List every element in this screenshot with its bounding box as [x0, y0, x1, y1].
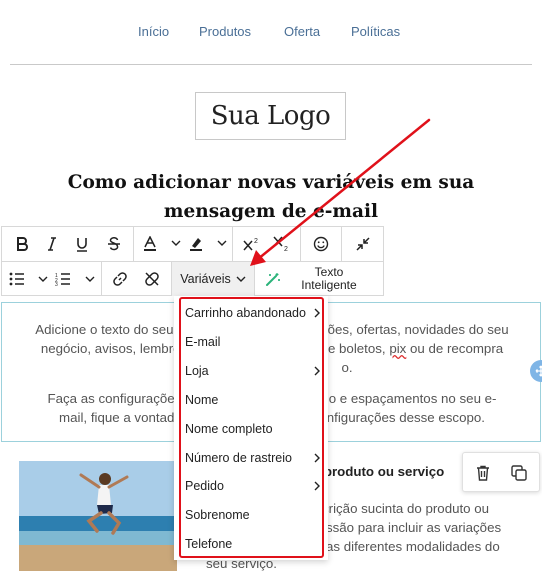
p2-text-b: o e espaçamentos no seu e-: [328, 391, 497, 406]
dropdown-item-sobrenome[interactable]: Sobrenome: [185, 508, 250, 522]
chevron-right-icon: [314, 481, 320, 491]
chevron-down-icon: [236, 276, 246, 282]
variables-dropdown-menu: Carrinho abandonado E-mail Loja Nome Nom…: [174, 296, 328, 560]
nav-link-inicio[interactable]: Início: [138, 24, 169, 39]
product-desc-3: as diferentes modalidades do: [326, 539, 500, 554]
product-title[interactable]: o produto ou serviço: [312, 464, 444, 479]
toolbar-row-2: 123 Variáveis Texto Inteligente: [2, 262, 383, 296]
p1-text-f: o.: [341, 360, 353, 375]
svg-text:2: 2: [254, 238, 258, 245]
heading-line-2: mensagem de e-mail: [163, 201, 379, 222]
smart-text-button[interactable]: Texto Inteligente: [256, 262, 382, 296]
dropdown-item-email[interactable]: E-mail: [185, 335, 220, 349]
trash-icon[interactable]: [473, 463, 493, 483]
dropdown-item-nome-completo[interactable]: Nome completo: [185, 422, 273, 436]
block-actions-panel: [462, 452, 540, 492]
editor-toolbar: 2 2 123 Variáveis Texto Inteligente: [1, 226, 384, 296]
nav-link-produtos[interactable]: Produtos: [199, 24, 251, 39]
svg-text:2: 2: [284, 246, 288, 252]
subscript-icon[interactable]: 2: [268, 227, 296, 261]
p1-text-a: Adicione o texto do seu: [35, 322, 174, 337]
product-desc-1: crição sucinta do produto ou: [322, 501, 490, 516]
logo-text: Sua Logo: [210, 101, 331, 131]
p1-text-b: ções, ofertas, novidades do seu: [320, 322, 509, 337]
toolbar-row-1: 2 2: [2, 227, 383, 261]
smart-text-line-2: Inteligente: [301, 278, 357, 292]
email-heading[interactable]: Como adicionar novas variáveis em sua me…: [40, 168, 502, 226]
magic-wand-icon: [266, 273, 280, 286]
dropdown-item-loja[interactable]: Loja: [185, 364, 209, 378]
svg-text:3: 3: [55, 282, 58, 286]
unlink-icon[interactable]: [137, 262, 167, 296]
text-color-icon[interactable]: [140, 227, 184, 261]
top-nav: Início Produtos Oferta Políticas: [0, 0, 542, 64]
collapse-icon[interactable]: [344, 227, 382, 261]
nav-divider: [10, 64, 532, 65]
dropdown-item-telefone[interactable]: Telefone: [185, 537, 232, 551]
chevron-right-icon: [314, 453, 320, 463]
variables-dropdown-button[interactable]: Variáveis: [172, 262, 254, 296]
strikethrough-icon[interactable]: [100, 227, 128, 261]
emoji-icon[interactable]: [302, 227, 340, 261]
underline-icon[interactable]: [68, 227, 96, 261]
bold-icon[interactable]: [8, 227, 36, 261]
variables-label: Variáveis: [180, 272, 231, 286]
highlight-color-icon[interactable]: [186, 227, 230, 261]
p1-text-d: e boletos,: [327, 341, 386, 356]
p2-text-d: nfigurações desse escopo.: [326, 410, 485, 425]
product-image[interactable]: [19, 461, 177, 571]
p1-text-e: ou de recompra: [410, 341, 504, 356]
numbered-list-icon[interactable]: 123: [54, 262, 100, 296]
product-desc-2: issão para incluir as variações: [323, 520, 502, 535]
superscript-icon[interactable]: 2: [238, 227, 266, 261]
dropdown-item-carrinho-abandonado[interactable]: Carrinho abandonado: [185, 306, 306, 320]
p2-text-c: mail, fique a vontad: [59, 410, 175, 425]
dropdown-item-numero-de-rastreio[interactable]: Número de rastreio: [185, 451, 292, 465]
p2-text-a: Faça as configurações: [47, 391, 182, 406]
duplicate-icon[interactable]: [509, 463, 529, 483]
chevron-right-icon: [314, 366, 320, 376]
link-icon[interactable]: [105, 262, 135, 296]
chevron-right-icon: [314, 308, 320, 318]
logo-placeholder[interactable]: Sua Logo: [195, 92, 346, 140]
spellcheck-word: pix: [389, 341, 407, 356]
dropdown-item-nome[interactable]: Nome: [185, 393, 218, 407]
dropdown-item-pedido[interactable]: Pedido: [185, 479, 224, 493]
italic-icon[interactable]: [38, 227, 66, 261]
bullet-list-icon[interactable]: [6, 262, 54, 296]
nav-link-oferta[interactable]: Oferta: [284, 24, 320, 39]
nav-link-politicas[interactable]: Políticas: [351, 24, 400, 39]
heading-line-1: Como adicionar novas variáveis em sua: [67, 172, 475, 193]
p1-text-c: negócio, avisos, lembre: [40, 341, 181, 356]
